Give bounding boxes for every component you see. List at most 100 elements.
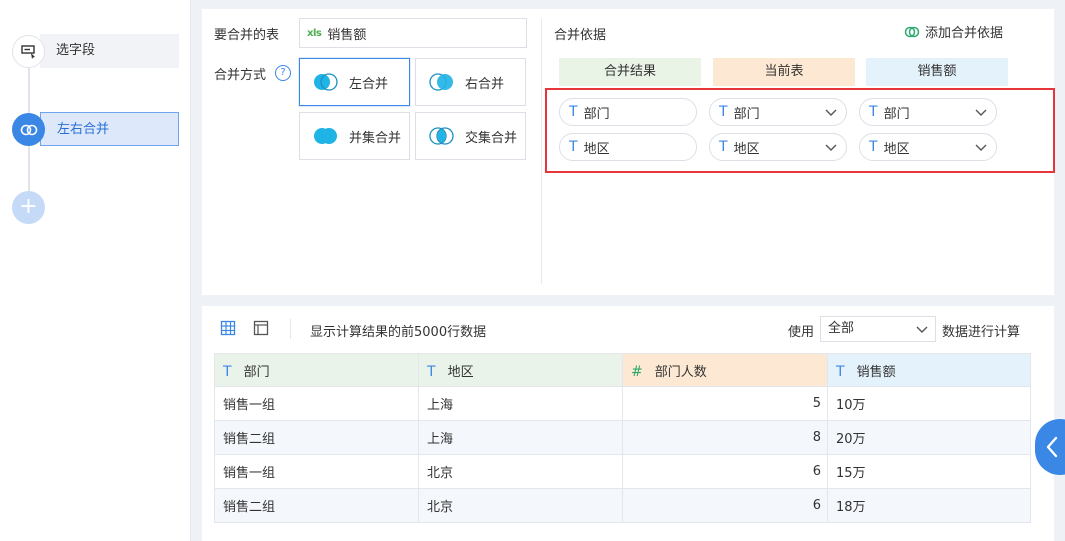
table-label: 要合并的表 bbox=[214, 28, 280, 43]
result-field-chip[interactable]: T 地区 bbox=[559, 133, 697, 161]
header-label: 销售额 bbox=[856, 364, 896, 380]
sales-field-select[interactable]: T 部门 bbox=[859, 98, 997, 126]
table-row: 销售二组 北京 6 18万 bbox=[214, 488, 1031, 523]
left-merge-icon bbox=[314, 73, 338, 91]
chip-label: 部门 bbox=[883, 106, 910, 122]
cell: 10万 bbox=[827, 386, 1031, 421]
text-type-icon: T bbox=[719, 139, 728, 155]
sales-field-select[interactable]: T 地区 bbox=[859, 133, 997, 161]
text-type-icon: T bbox=[836, 363, 845, 380]
chip-label: 部门 bbox=[583, 106, 610, 122]
basis-label: 合并依据 bbox=[554, 28, 607, 43]
step-left-right-merge[interactable]: 左右合并 bbox=[12, 112, 179, 146]
header-headcount[interactable]: # 部门人数 bbox=[622, 353, 828, 387]
chevron-down-icon bbox=[975, 144, 987, 151]
mode-label-right: 右合并 bbox=[465, 76, 505, 92]
intersect-merge-button[interactable]: 交集合并 bbox=[415, 112, 526, 160]
toolbar-divider bbox=[290, 319, 291, 339]
text-type-icon: T bbox=[869, 104, 878, 120]
cell: 销售一组 bbox=[214, 454, 419, 489]
merge-icon bbox=[12, 113, 45, 146]
step-label: 左右合并 bbox=[40, 112, 179, 146]
result-table: T 部门 T 地区 # 部门人数 T 销售额 销售一组 上海 5 10万 销售二组 上海… bbox=[214, 353, 1031, 523]
table-row: 销售一组 北京 6 15万 bbox=[214, 454, 1031, 489]
table-name: 销售额 bbox=[327, 27, 367, 43]
merge-config-panel: 要合并的表 xls 销售额 合并方式 ? 左合并 右合并 并集合并 交集合并 合… bbox=[202, 9, 1055, 295]
cell: 6 bbox=[622, 488, 828, 523]
chip-label: 地区 bbox=[583, 141, 610, 157]
cell: 20万 bbox=[827, 420, 1031, 455]
preview-note: 显示计算结果的前5000行数据 bbox=[310, 325, 487, 340]
step-label: 选字段 bbox=[40, 34, 179, 68]
mode-label-union: 并集合并 bbox=[349, 130, 402, 146]
chip-label: 地区 bbox=[733, 141, 760, 157]
header-label: 部门 bbox=[243, 364, 270, 380]
add-step-button[interactable]: + bbox=[12, 191, 45, 224]
chip-label: 地区 bbox=[883, 141, 910, 157]
union-merge-button[interactable]: 并集合并 bbox=[299, 112, 410, 160]
step-rail: 选字段 左右合并 + bbox=[0, 0, 191, 541]
chevron-down-icon bbox=[916, 326, 928, 333]
calc-label: 数据进行计算 bbox=[942, 325, 1021, 340]
header-label: 部门人数 bbox=[654, 364, 707, 380]
xls-file-icon: xls bbox=[307, 27, 322, 39]
cell: 6 bbox=[622, 454, 828, 489]
mode-label-left: 左合并 bbox=[349, 76, 389, 92]
add-basis-button[interactable]: 添加合并依据 bbox=[904, 22, 1003, 41]
right-merge-icon bbox=[429, 73, 453, 91]
table-row: 销售二组 上海 8 20万 bbox=[214, 420, 1031, 455]
link-circles-icon bbox=[904, 26, 920, 37]
cell: 北京 bbox=[418, 454, 623, 489]
cell: 北京 bbox=[418, 488, 623, 523]
cell: 销售二组 bbox=[214, 420, 419, 455]
cell: 上海 bbox=[418, 386, 623, 421]
text-type-icon: T bbox=[869, 139, 878, 155]
table-header-row: T 部门 T 地区 # 部门人数 T 销售额 bbox=[214, 353, 1031, 387]
cell: 18万 bbox=[827, 488, 1031, 523]
add-basis-label: 添加合并依据 bbox=[925, 26, 1004, 41]
chevron-down-icon bbox=[825, 109, 837, 116]
panel-divider bbox=[541, 19, 542, 284]
mode-label: 合并方式 bbox=[214, 68, 267, 83]
row-scope-select[interactable]: 全部 bbox=[820, 316, 936, 342]
col-sales-table: 销售额 bbox=[866, 58, 1008, 86]
scope-value: 全部 bbox=[828, 321, 855, 336]
cell: 15万 bbox=[827, 454, 1031, 489]
text-type-icon: T bbox=[223, 363, 232, 380]
result-field-chip[interactable]: T 部门 bbox=[559, 98, 697, 126]
merge-table-field[interactable]: xls 销售额 bbox=[299, 18, 527, 48]
select-field-icon bbox=[12, 35, 45, 68]
header-sales[interactable]: T 销售额 bbox=[827, 353, 1031, 387]
text-type-icon: T bbox=[569, 104, 578, 120]
cell: 上海 bbox=[418, 420, 623, 455]
number-type-icon: # bbox=[631, 363, 643, 380]
current-field-select[interactable]: T 地区 bbox=[709, 133, 847, 161]
chevron-down-icon bbox=[825, 144, 837, 151]
col-current-table: 当前表 bbox=[713, 58, 855, 86]
right-merge-button[interactable]: 右合并 bbox=[415, 58, 526, 106]
header-region[interactable]: T 地区 bbox=[418, 353, 623, 387]
text-type-icon: T bbox=[427, 363, 436, 380]
union-merge-icon bbox=[314, 128, 337, 144]
text-type-icon: T bbox=[719, 104, 728, 120]
step-select-fields[interactable]: 选字段 bbox=[12, 34, 179, 68]
header-dept[interactable]: T 部门 bbox=[214, 353, 419, 387]
table-row: 销售一组 上海 5 10万 bbox=[214, 386, 1031, 421]
left-merge-button[interactable]: 左合并 bbox=[299, 58, 410, 106]
cell: 8 bbox=[622, 420, 828, 455]
help-icon[interactable]: ? bbox=[275, 65, 291, 81]
col-merge-result: 合并结果 bbox=[559, 58, 701, 86]
layout-view-icon[interactable] bbox=[253, 320, 269, 336]
use-label: 使用 bbox=[788, 325, 815, 340]
cell: 5 bbox=[622, 386, 828, 421]
table-view-icon[interactable] bbox=[220, 320, 236, 336]
preview-panel: 显示计算结果的前5000行数据 使用 全部 数据进行计算 T 部门 T 地区 # 部门… bbox=[202, 306, 1054, 541]
chip-label: 部门 bbox=[733, 106, 760, 122]
cell: 销售一组 bbox=[214, 386, 419, 421]
mode-label-intersect: 交集合并 bbox=[465, 130, 518, 146]
current-field-select[interactable]: T 部门 bbox=[709, 98, 847, 126]
chevron-down-icon bbox=[975, 109, 987, 116]
chevron-left-icon bbox=[1046, 436, 1058, 458]
header-label: 地区 bbox=[447, 364, 474, 380]
text-type-icon: T bbox=[569, 139, 578, 155]
